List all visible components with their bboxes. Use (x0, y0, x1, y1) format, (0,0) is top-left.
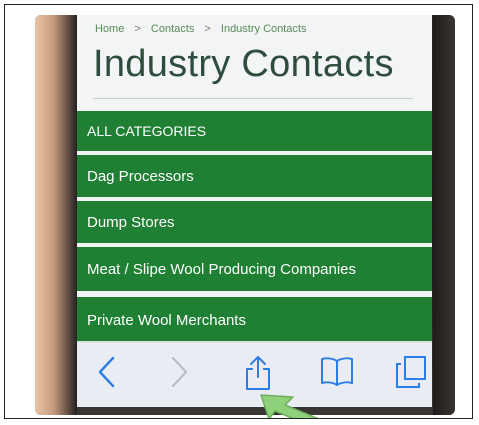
category-dump-stores[interactable]: Dump Stores (77, 201, 432, 243)
breadcrumb-separator: > (134, 23, 141, 35)
breadcrumb-current: Industry Contacts (220, 23, 307, 35)
breadcrumb: Home > Contacts > Industry Contacts (95, 23, 313, 35)
phone-photo: Home > Contacts > Industry Contacts Indu… (35, 15, 455, 415)
breadcrumb-contacts[interactable]: Contacts (151, 23, 194, 35)
tabs-icon[interactable] (395, 355, 427, 389)
breadcrumb-separator: > (204, 23, 211, 35)
forward-icon[interactable] (169, 355, 191, 389)
browser-screen: Home > Contacts > Industry Contacts Indu… (77, 15, 432, 407)
title-divider (93, 98, 413, 99)
category-meat-slipe-wool[interactable]: Meat / Slipe Wool Producing Companies (77, 247, 432, 291)
share-icon[interactable] (243, 355, 273, 391)
page-title: Industry Contacts (93, 43, 394, 85)
phone-bezel-right (433, 15, 455, 415)
category-private-wool-merchants[interactable]: Private Wool Merchants (77, 297, 432, 343)
back-icon[interactable] (95, 355, 117, 389)
breadcrumb-home[interactable]: Home (95, 23, 124, 35)
category-dag-processors[interactable]: Dag Processors (77, 155, 432, 197)
category-all[interactable]: ALL CATEGORIES (77, 111, 432, 151)
pointer-arrow-icon (253, 391, 353, 418)
bookmarks-icon[interactable] (319, 355, 355, 387)
phone-bezel-left (35, 15, 77, 415)
screenshot-frame: Home > Contacts > Industry Contacts Indu… (4, 4, 473, 419)
